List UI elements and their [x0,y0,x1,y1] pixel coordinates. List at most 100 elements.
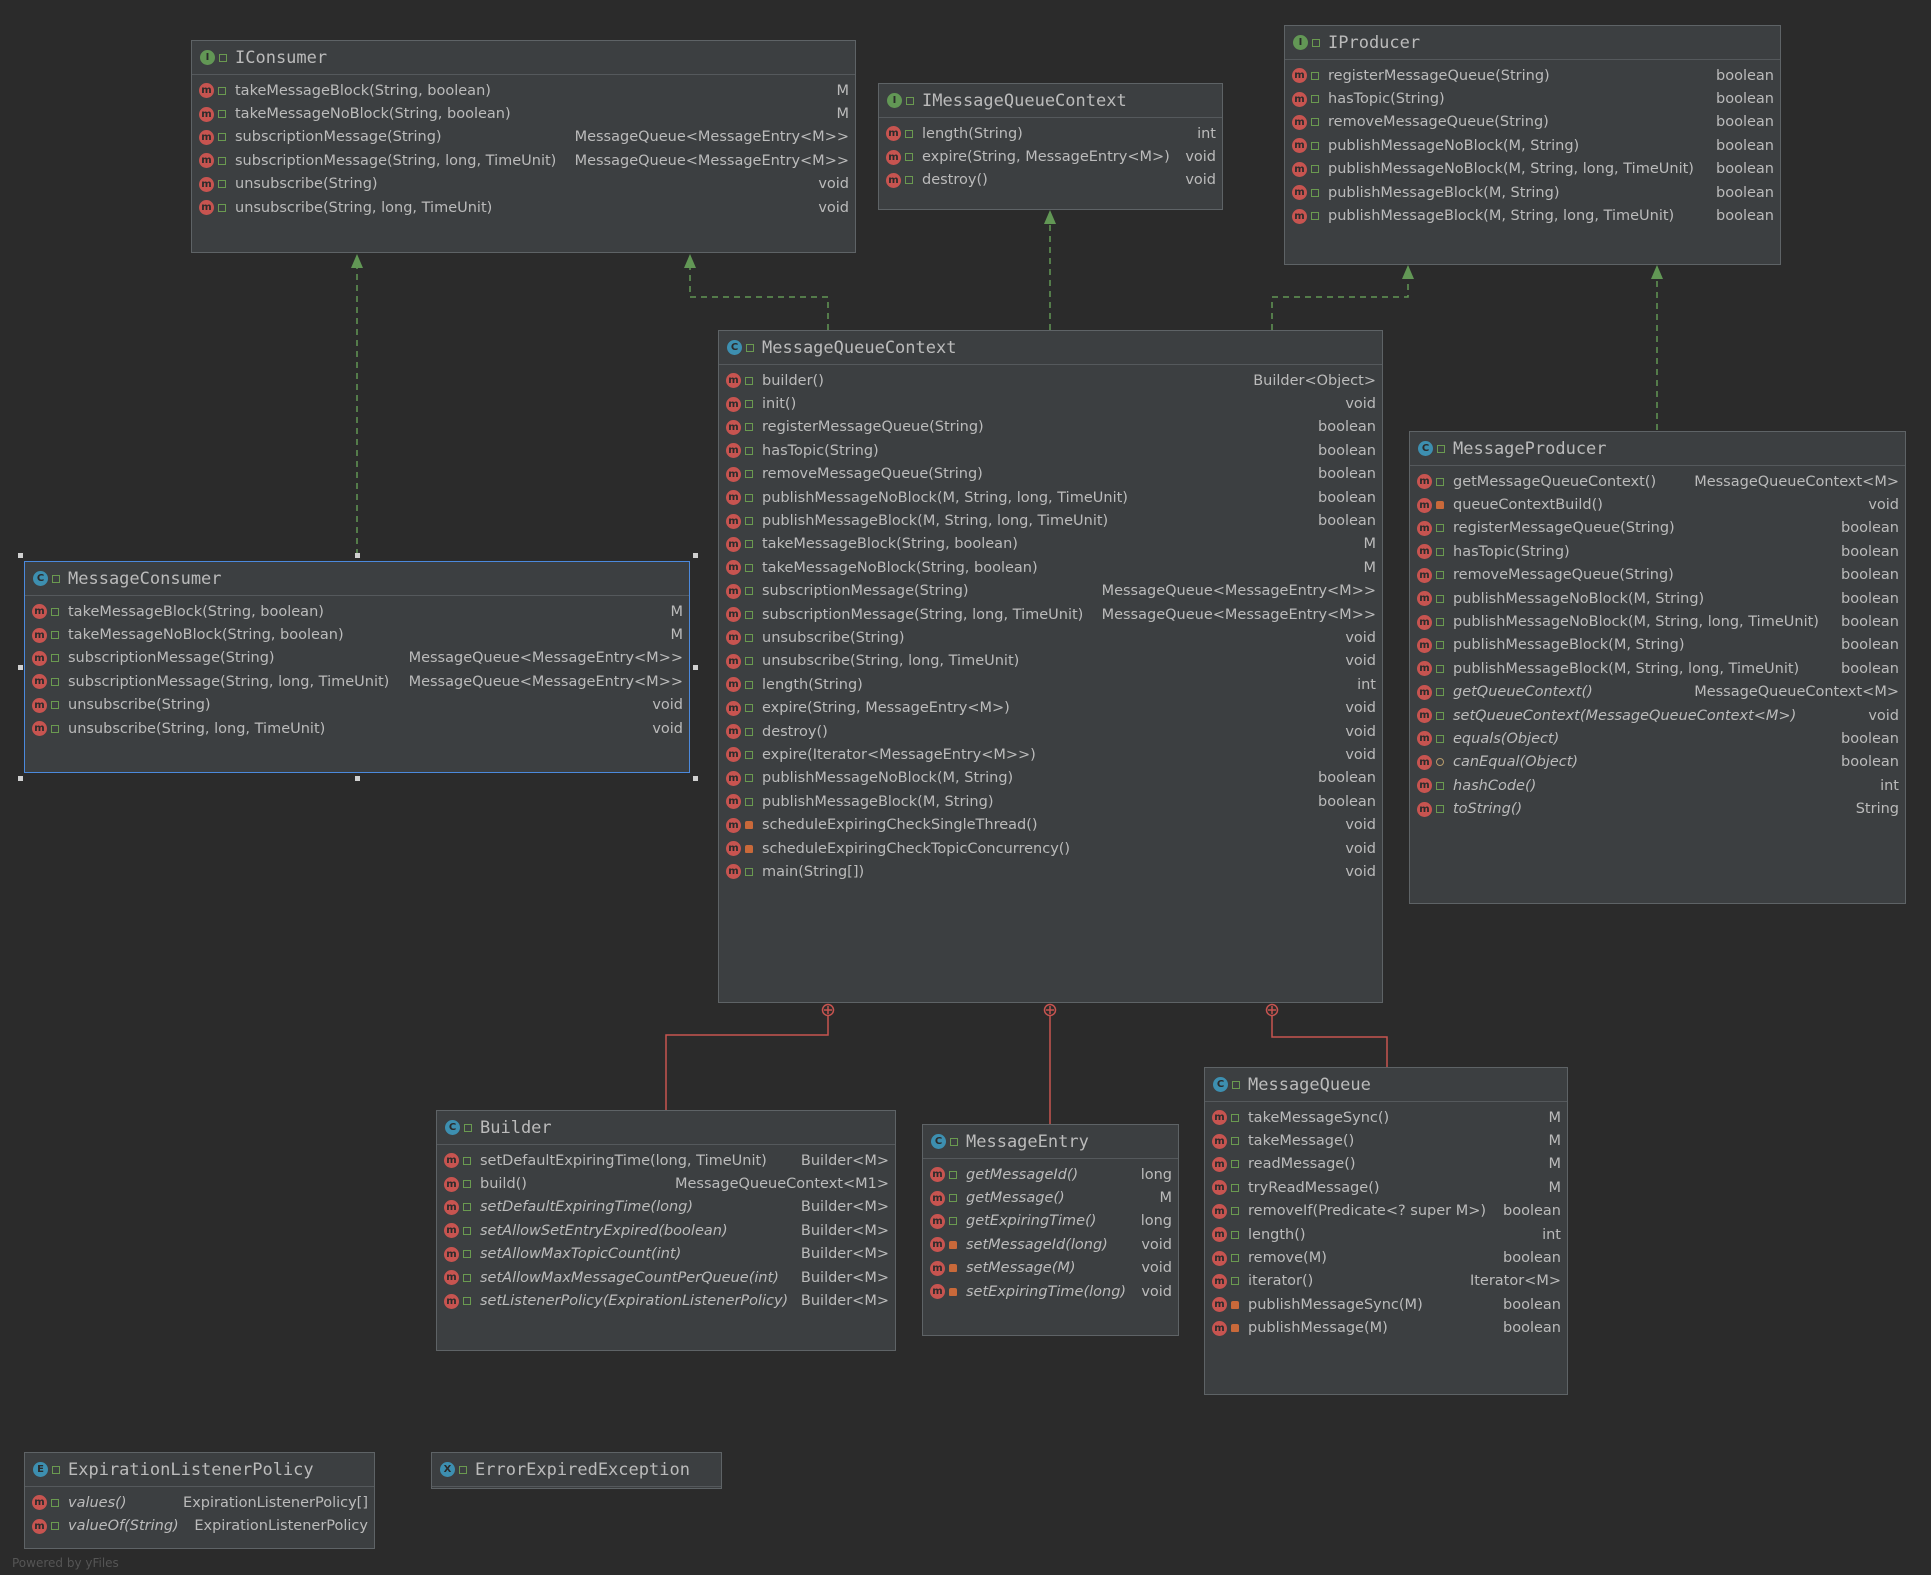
method-row[interactable]: m takeMessageSync() M [1205,1106,1567,1129]
method-row[interactable]: m setAllowSetEntryExpired(boolean) Builder… [437,1219,895,1242]
method-row[interactable]: m unsubscribe(String, long, TimeUnit) void [719,650,1382,673]
method-row[interactable]: m unsubscribe(String) void [719,626,1382,649]
method-row[interactable]: m iterator() Iterator<M> [1205,1270,1567,1293]
method-row[interactable]: m equals(Object) boolean [1410,727,1905,750]
class-node-messageentry[interactable]: C MessageEntry m getMessageId() long m getMess… [922,1124,1179,1336]
class-node-errorexpiredexception[interactable]: X ErrorExpiredException [431,1452,722,1489]
method-row[interactable]: m remove(M) boolean [1205,1246,1567,1269]
method-row[interactable]: m tryReadMessage() M [1205,1176,1567,1199]
method-row[interactable]: m values() ExpirationListenerPolicy[] [25,1491,374,1514]
method-row[interactable]: m getExpiringTime() long [923,1210,1178,1233]
class-header[interactable]: I IMessageQueueContext [879,84,1222,118]
selection-handle[interactable] [355,776,360,781]
class-node-messageconsumer[interactable]: C MessageConsumer m takeMessageBlock(String… [24,561,690,773]
class-node-messagequeuecontext[interactable]: C MessageQueueContext m builder() Builder<Ob… [718,330,1383,1003]
method-row[interactable]: m setDefaultExpiringTime(long) Builder<M> [437,1196,895,1219]
method-row[interactable]: m destroy() void [719,720,1382,743]
method-row[interactable]: m getMessageQueueContext() MessageQueueCon… [1410,470,1905,493]
class-header[interactable]: I IConsumer [192,41,855,75]
method-row[interactable]: m init() void [719,392,1382,415]
method-row[interactable]: m publishMessageBlock(M, String, long, Ti… [1410,657,1905,680]
method-row[interactable]: m publishMessage(M) boolean [1205,1317,1567,1340]
method-row[interactable]: m setQueueContext(MessageQueueContext<M>)… [1410,704,1905,727]
selection-handle[interactable] [18,665,23,670]
method-row[interactable]: m setExpiringTime(long) void [923,1280,1178,1303]
method-row[interactable]: m publishMessageBlock(M, String) boolean [1285,181,1780,204]
method-row[interactable]: m takeMessageNoBlock(String, boolean) M [719,556,1382,579]
method-row[interactable]: m subscriptionMessage(String) MessageQueue… [192,126,855,149]
method-row[interactable]: m removeMessageQueue(String) boolean [1285,111,1780,134]
method-row[interactable]: m subscriptionMessage(String) MessageQueue… [25,647,689,670]
class-header[interactable]: C MessageConsumer [25,562,689,596]
method-row[interactable]: m setAllowMaxMessageCountPerQueue(int) Bui… [437,1266,895,1289]
method-row[interactable]: m publishMessageBlock(M, String, long, Ti… [719,509,1382,532]
selection-handle[interactable] [18,776,23,781]
method-row[interactable]: m setAllowMaxTopicCount(int) Builder<M> [437,1243,895,1266]
class-header[interactable]: I IProducer [1285,26,1780,60]
method-row[interactable]: m publishMessageNoBlock(M, String, long, … [1285,158,1780,181]
method-row[interactable]: m toString() String [1410,797,1905,820]
method-row[interactable]: m length(String) int [879,122,1222,145]
method-row[interactable]: m length() int [1205,1223,1567,1246]
class-node-imessagequeuecontext[interactable]: I IMessageQueueContext m length(String) int m… [878,83,1223,210]
method-row[interactable]: m subscriptionMessage(String) MessageQueue… [719,580,1382,603]
method-row[interactable]: m unsubscribe(String, long, TimeUnit) void [25,717,689,740]
method-row[interactable]: m publishMessageNoBlock(M, String) boolean [719,767,1382,790]
method-row[interactable]: m main(String[]) void [719,860,1382,883]
method-row[interactable]: m subscriptionMessage(String, long, TimeU… [192,149,855,172]
method-row[interactable]: m valueOf(String) ExpirationListenerPolicy [25,1514,374,1537]
selection-handle[interactable] [18,553,23,558]
class-header[interactable]: E ExpirationListenerPolicy [25,1453,374,1487]
method-row[interactable]: m expire(String, MessageEntry<M>) void [719,696,1382,719]
method-row[interactable]: m publishMessageNoBlock(M, String) boolean [1285,134,1780,157]
method-row[interactable]: m length(String) int [719,673,1382,696]
method-row[interactable]: m getQueueContext() MessageQueueContext<M> [1410,681,1905,704]
selection-handle[interactable] [355,553,360,558]
method-row[interactable]: m publishMessageBlock(M, String) boolean [719,790,1382,813]
method-row[interactable]: m setDefaultExpiringTime(long, TimeUnit) B… [437,1149,895,1172]
class-node-messageproducer[interactable]: C MessageProducer m getMessageQueueContext(… [1409,431,1906,904]
class-header[interactable]: C MessageQueue [1205,1068,1567,1102]
method-row[interactable]: m registerMessageQueue(String) boolean [1285,64,1780,87]
method-row[interactable]: m takeMessageBlock(String, boolean) M [25,600,689,623]
method-row[interactable]: m removeIf(Predicate<? super M>) boolean [1205,1200,1567,1223]
method-row[interactable]: m publishMessageSync(M) boolean [1205,1293,1567,1316]
method-row[interactable]: m scheduleExpiringCheckTopicConcurrency()… [719,837,1382,860]
method-row[interactable]: m takeMessage() M [1205,1129,1567,1152]
selection-handle[interactable] [693,776,698,781]
method-row[interactable]: m scheduleExpiringCheckSingleThread() void [719,813,1382,836]
method-row[interactable]: m queueContextBuild() void [1410,493,1905,516]
class-header[interactable]: C Builder [437,1111,895,1145]
method-row[interactable]: m readMessage() M [1205,1153,1567,1176]
method-row[interactable]: m hasTopic(String) boolean [1285,87,1780,110]
method-row[interactable]: m destroy() void [879,169,1222,192]
class-node-expirationlistenerpolicy[interactable]: E ExpirationListenerPolicy m values() Expira… [24,1452,375,1549]
method-row[interactable]: m removeMessageQueue(String) boolean [719,463,1382,486]
selection-handle[interactable] [693,553,698,558]
method-row[interactable]: m canEqual(Object) boolean [1410,751,1905,774]
method-row[interactable]: m takeMessageBlock(String, boolean) M [719,533,1382,556]
method-row[interactable]: m publishMessageNoBlock(M, String, long, … [1410,610,1905,633]
class-header[interactable]: C MessageQueueContext [719,331,1382,365]
method-row[interactable]: m registerMessageQueue(String) boolean [719,416,1382,439]
method-row[interactable]: m publishMessageNoBlock(M, String) boolean [1410,587,1905,610]
method-row[interactable]: m unsubscribe(String) void [192,173,855,196]
method-row[interactable]: m unsubscribe(String, long, TimeUnit) void [192,196,855,219]
class-node-iconsumer[interactable]: I IConsumer m takeMessageBlock(String, bool… [191,40,856,253]
method-row[interactable]: m unsubscribe(String) void [25,694,689,717]
method-row[interactable]: m removeMessageQueue(String) boolean [1410,564,1905,587]
method-row[interactable]: m setMessage(M) void [923,1257,1178,1280]
method-row[interactable]: m publishMessageNoBlock(M, String, long, … [719,486,1382,509]
method-row[interactable]: m expire(String, MessageEntry<M>) void [879,145,1222,168]
method-row[interactable]: m getMessage() M [923,1186,1178,1209]
class-header[interactable]: X ErrorExpiredException [432,1453,721,1487]
method-row[interactable]: m takeMessageBlock(String, boolean) M [192,79,855,102]
method-row[interactable]: m builder() Builder<Object> [719,369,1382,392]
method-row[interactable]: m getMessageId() long [923,1163,1178,1186]
class-header[interactable]: C MessageEntry [923,1125,1178,1159]
method-row[interactable]: m subscriptionMessage(String, long, TimeU… [719,603,1382,626]
class-node-builder[interactable]: C Builder m setDefaultExpiringTime(long, Ti… [436,1110,896,1351]
method-row[interactable]: m registerMessageQueue(String) boolean [1410,517,1905,540]
method-row[interactable]: m build() MessageQueueContext<M1> [437,1172,895,1195]
method-row[interactable]: m publishMessageBlock(M, String) boolean [1410,634,1905,657]
